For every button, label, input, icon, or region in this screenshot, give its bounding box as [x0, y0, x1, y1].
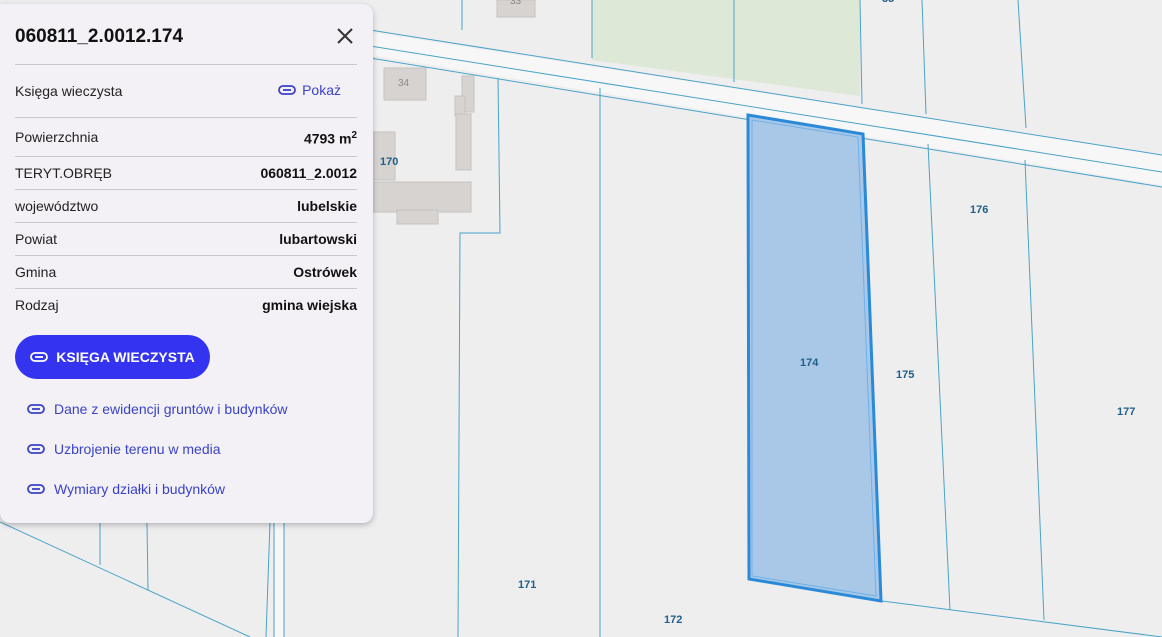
parcel-label-177: 177: [1117, 406, 1135, 418]
commune-value: Ostrówek: [293, 264, 357, 280]
area-unit-exponent: 2: [351, 130, 357, 141]
link-icon: [27, 444, 45, 454]
building-label-34: 34: [398, 78, 410, 89]
area-number: 4793 m: [303, 130, 352, 147]
parcel-label-170: 170: [380, 156, 398, 168]
area-label: Powierzchnia: [15, 129, 99, 145]
registry-data-link-label: Dane z ewidencji gruntów i budynków: [54, 401, 288, 417]
road-vertical: [274, 522, 284, 637]
link-icon: [30, 352, 49, 362]
land-register-button[interactable]: KSIĘGA WIECZYSTA: [15, 335, 210, 379]
type-value: gmina wiejska: [262, 297, 357, 313]
link-icon: [27, 404, 45, 414]
type-label: Rodzaj: [15, 297, 59, 313]
land-register-button-label: KSIĘGA WIECZYSTA: [56, 349, 195, 365]
area-row: Powierzchnia 4793 m2: [15, 117, 357, 157]
building-label-33: 33: [510, 0, 522, 7]
parcel-label-174: 174: [800, 357, 819, 369]
teryt-value: 060811_2.0012: [260, 165, 357, 181]
parcel-label-175: 175: [896, 369, 914, 381]
link-icon: [27, 484, 45, 494]
dimensions-link-label: Wymiary działki i budynków: [54, 481, 226, 497]
utilities-link[interactable]: Uzbrojenie terenu w media: [27, 441, 221, 457]
county-label: Powiat: [15, 231, 58, 247]
commune-row: Gmina Ostrówek: [15, 255, 357, 289]
parcel-label-171: 171: [518, 579, 536, 591]
teryt-row: TERYT.OBRĘB 060811_2.0012: [15, 156, 357, 190]
county-row: Powiat lubartowski: [15, 222, 357, 256]
area-value: 4793 m2: [304, 130, 357, 147]
commune-label: Gmina: [15, 264, 57, 280]
voivodeship-label: województwo: [15, 198, 99, 214]
registry-data-link[interactable]: Dane z ewidencji gruntów i budynków: [27, 401, 287, 417]
show-land-register-link[interactable]: Pokaż: [278, 82, 341, 98]
parcel-id-title: 060811_2.0012.174: [15, 26, 184, 47]
parcel-label-172: 172: [664, 614, 682, 626]
parcel-label-176: 176: [970, 204, 988, 216]
link-icon: [278, 85, 296, 95]
land-register-label: Księga wieczysta: [15, 83, 123, 99]
county-value: lubartowski: [279, 231, 357, 247]
close-button[interactable]: [333, 24, 357, 48]
teryt-label: TERYT.OBRĘB: [15, 165, 112, 181]
parcel-info-panel: 060811_2.0012.174 Księga wieczysta Pokaż…: [0, 4, 373, 523]
land-register-row: Księga wieczysta Pokaż: [15, 64, 357, 118]
voivodeship-value: lubelskie: [297, 198, 357, 214]
close-icon: [337, 28, 353, 44]
parcel-label-top: 35: [882, 0, 894, 5]
utilities-link-label: Uzbrojenie terenu w media: [54, 441, 221, 457]
dimensions-link[interactable]: Wymiary działki i budynków: [27, 481, 225, 497]
type-row: Rodzaj gmina wiejska: [15, 288, 357, 322]
show-link-label: Pokaż: [302, 82, 341, 98]
voivodeship-row: województwo lubelskie: [15, 189, 357, 223]
